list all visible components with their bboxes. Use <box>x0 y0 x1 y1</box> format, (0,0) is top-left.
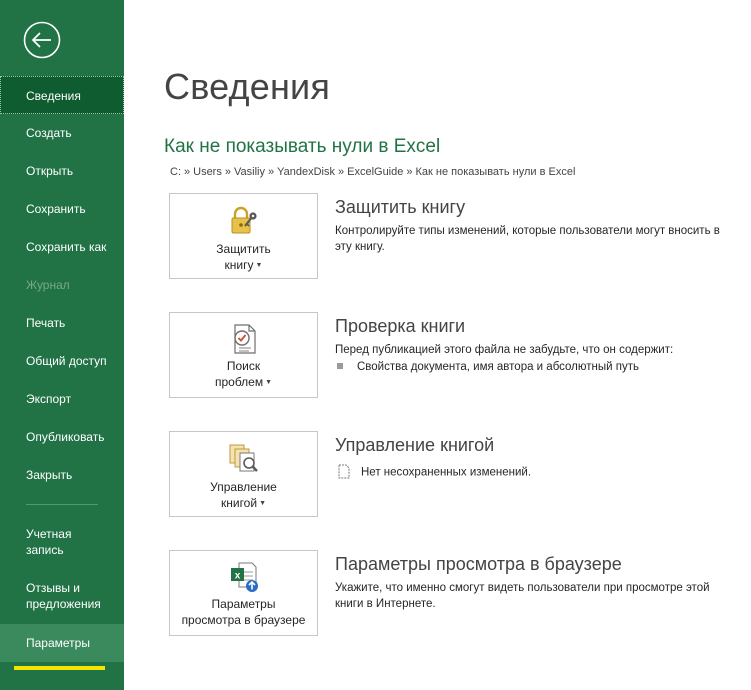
back-button[interactable] <box>23 21 61 59</box>
sidebar-item-close[interactable]: Закрыть <box>0 456 124 494</box>
breadcrumb-part: YandexDisk <box>277 166 335 178</box>
sidebar-item-label: Закрыть <box>26 468 73 482</box>
browser-section-heading: Параметры просмотра в браузере <box>335 554 622 574</box>
back-arrow-icon <box>23 21 61 59</box>
sidebar-item-label: Параметры <box>26 636 90 650</box>
breadcrumb-separator: » <box>267 166 275 178</box>
sidebar-item-publish[interactable]: Опубликовать <box>0 418 124 456</box>
chevron-down-icon: ▼ <box>265 378 273 386</box>
breadcrumb-separator: » <box>224 166 231 178</box>
sidebar-item-options[interactable]: Параметры <box>0 624 124 662</box>
options-highlight-underline <box>14 666 105 670</box>
protect-workbook-button[interactable]: Защитить книгу ▼ <box>169 193 318 279</box>
lock-key-icon <box>231 206 257 234</box>
manage-section-heading: Управление книгой <box>335 435 495 455</box>
sidebar-item-label: Открыть <box>26 164 74 178</box>
sidebar-item-label: Опубликовать <box>26 430 105 444</box>
protect-section-description: Контролируйте типы изменений, которые по… <box>335 225 720 253</box>
sidebar-item-export[interactable]: Экспорт <box>0 380 124 418</box>
sidebar-item-print[interactable]: Печать <box>0 304 124 342</box>
manage-workbook-icon <box>229 444 258 472</box>
sidebar-item-new[interactable]: Создать <box>0 114 124 152</box>
excel-browser-view-icon: x <box>230 562 258 592</box>
sidebar-item-account[interactable]: Учетная запись <box>0 522 124 562</box>
sidebar-item-label: Отзывы и <box>26 581 80 595</box>
sidebar-item-open[interactable]: Открыть <box>0 152 124 190</box>
document-small-icon <box>338 464 350 479</box>
page-title: Сведения <box>164 66 331 107</box>
inspect-section-heading: Проверка книги <box>335 316 466 336</box>
inspect-button-label-line1: Поиск <box>226 359 261 373</box>
manage-button-label-line1: Управление <box>210 480 277 494</box>
protect-button-label-line1: Защитить <box>216 242 271 256</box>
sidebar-item-label: Печать <box>26 316 66 330</box>
excel-backstage: Сведения Создать Открыть Сохранить Сохра… <box>0 0 751 690</box>
manage-workbook-button[interactable]: Управление книгой ▼ <box>169 431 318 517</box>
breadcrumb-part: Vasiliy <box>233 166 265 178</box>
sidebar-item-save-as[interactable]: Сохранить как <box>0 228 124 266</box>
sidebar-item-label: запись <box>26 543 64 557</box>
inspect-document-icon <box>233 324 256 354</box>
sidebar-item-label: Общий доступ <box>26 354 107 368</box>
check-for-issues-button[interactable]: Поиск проблем ▼ <box>169 312 318 398</box>
chevron-down-icon: ▼ <box>255 261 263 269</box>
bullet-square-icon <box>337 362 343 369</box>
svg-text:x: x <box>234 571 240 582</box>
inspect-section-description: Перед публикацией этого файла не забудьт… <box>335 344 674 356</box>
inspect-button-label-line2: проблем <box>214 375 264 389</box>
sidebar-item-label: Сохранить <box>26 202 86 216</box>
browser-button-label-line2: просмотра в браузере <box>181 613 306 627</box>
sidebar-item-history: Журнал <box>0 266 124 304</box>
sidebar-item-label: Журнал <box>26 278 70 292</box>
breadcrumb-separator: » <box>184 166 191 178</box>
sidebar-item-label: Сведения <box>26 89 81 103</box>
breadcrumb-part: ExcelGuide <box>347 166 404 178</box>
info-pane: Сведения Как не показывать нули в Excel … <box>124 0 751 690</box>
browser-section-description: Укажите, что именно смогут видеть пользо… <box>335 582 710 610</box>
inspect-bullet: Свойства документа, имя автора и абсолют… <box>337 361 639 373</box>
sidebar-item-label: Сохранить как <box>26 240 107 254</box>
manage-bullet-text: Нет несохраненных изменений. <box>361 466 532 479</box>
document-title: Как не показывать нули в Excel <box>164 136 441 157</box>
manage-button-label-line2: книгой <box>220 496 258 510</box>
sidebar-item-share[interactable]: Общий доступ <box>0 342 124 380</box>
protect-section-heading: Защитить книгу <box>335 197 466 217</box>
breadcrumb-separator: » <box>406 166 413 178</box>
breadcrumb-part: C: <box>170 166 181 178</box>
sidebar-item-info[interactable]: Сведения <box>0 76 124 114</box>
browser-view-options-button[interactable]: x Параметры просмотра в браузере <box>169 550 318 636</box>
breadcrumb-part: Как не показывать нули в Excel <box>415 166 576 178</box>
protect-button-label-line2: книгу <box>224 258 254 272</box>
file-path-breadcrumb: C:» Users» Vasiliy» YandexDisk» ExcelGuide» К… <box>170 166 575 178</box>
sidebar-item-feedback[interactable]: Отзывы и предложения <box>0 576 124 616</box>
sidebar-item-save[interactable]: Сохранить <box>0 190 124 228</box>
breadcrumb-part: Users <box>193 166 222 178</box>
sidebar-item-label: Экспорт <box>26 392 72 406</box>
sidebar-item-label: предложения <box>26 597 101 611</box>
chevron-down-icon: ▼ <box>259 499 266 507</box>
breadcrumb-separator: » <box>337 166 345 178</box>
backstage-sidebar: Сведения Создать Открыть Сохранить Сохра… <box>0 0 124 690</box>
browser-button-label-line1: Параметры <box>211 597 276 611</box>
sidebar-item-label: Создать <box>26 126 72 140</box>
manage-bullet: Нет несохраненных изменений. <box>337 464 532 480</box>
sidebar-divider <box>26 504 98 505</box>
inspect-bullet-text: Свойства документа, имя автора и абсолют… <box>357 361 639 373</box>
sidebar-item-label: Учетная <box>26 527 72 541</box>
